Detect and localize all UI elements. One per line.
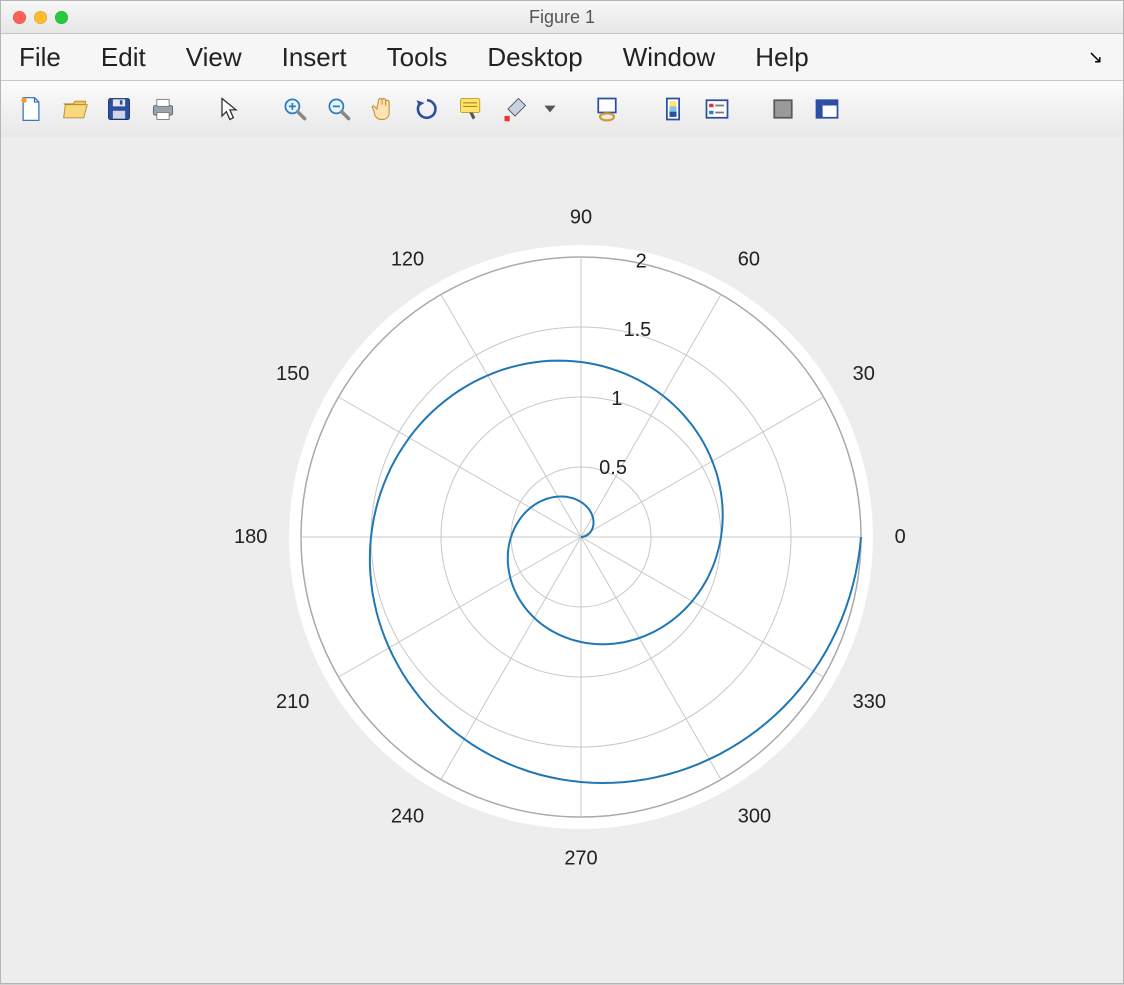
brush-icon[interactable] (497, 91, 533, 127)
dock-icon[interactable] (809, 91, 845, 127)
plot-area: 0 30 60 90 120 150 180 210 240 270 300 330 0.5 1 1.5 2 (1, 137, 1123, 983)
menu-insert[interactable]: Insert (262, 38, 367, 77)
zoom-icon[interactable] (55, 11, 68, 24)
svg-text:0.5: 0.5 (599, 457, 627, 479)
legend-icon[interactable] (699, 91, 735, 127)
menu-desktop[interactable]: Desktop (467, 38, 602, 77)
menu-tools[interactable]: Tools (367, 38, 468, 77)
svg-text:90: 90 (570, 206, 592, 228)
menu-overflow-icon[interactable]: ↘ (1088, 47, 1113, 68)
svg-text:240: 240 (391, 806, 424, 828)
svg-text:2: 2 (636, 250, 647, 272)
new-figure-icon[interactable] (13, 91, 49, 127)
menu-edit[interactable]: Edit (81, 38, 166, 77)
save-icon[interactable] (101, 91, 137, 127)
data-cursor-icon[interactable] (453, 91, 489, 127)
pointer-icon[interactable] (211, 91, 247, 127)
svg-text:0: 0 (895, 526, 906, 548)
menu-file[interactable]: File (11, 38, 81, 77)
svg-text:150: 150 (276, 363, 309, 385)
menu-help[interactable]: Help (735, 38, 828, 77)
svg-text:330: 330 (853, 691, 886, 713)
menu-view[interactable]: View (166, 38, 262, 77)
colorbar-icon[interactable] (655, 91, 691, 127)
print-icon[interactable] (145, 91, 181, 127)
svg-text:1.5: 1.5 (623, 319, 651, 341)
minimize-icon[interactable] (34, 11, 47, 24)
window-controls (1, 11, 68, 24)
menubar: File Edit View Insert Tools Desktop Wind… (1, 34, 1123, 81)
pan-icon[interactable] (365, 91, 401, 127)
open-icon[interactable] (57, 91, 93, 127)
polar-plot: 0 30 60 90 120 150 180 210 240 270 300 330 0.5 1 1.5 2 (1, 137, 1124, 985)
svg-text:270: 270 (564, 848, 597, 870)
svg-text:60: 60 (738, 248, 760, 270)
svg-text:30: 30 (853, 363, 875, 385)
zoom-in-icon[interactable] (277, 91, 313, 127)
svg-text:180: 180 (234, 526, 267, 548)
svg-text:120: 120 (391, 248, 424, 270)
zoom-out-icon[interactable] (321, 91, 357, 127)
close-icon[interactable] (13, 11, 26, 24)
toolbar (1, 81, 1123, 138)
svg-text:300: 300 (738, 806, 771, 828)
link-plot-icon[interactable] (589, 91, 625, 127)
hide-plot-tools-icon[interactable] (765, 91, 801, 127)
rotate-icon[interactable] (409, 91, 445, 127)
figure-window: Figure 1 File Edit View Insert Tools Des… (0, 0, 1124, 984)
menu-window[interactable]: Window (603, 38, 735, 77)
dropdown-icon[interactable] (541, 91, 559, 127)
svg-text:1: 1 (611, 388, 622, 410)
titlebar: Figure 1 (1, 1, 1123, 34)
window-title: Figure 1 (1, 7, 1123, 28)
svg-text:210: 210 (276, 691, 309, 713)
